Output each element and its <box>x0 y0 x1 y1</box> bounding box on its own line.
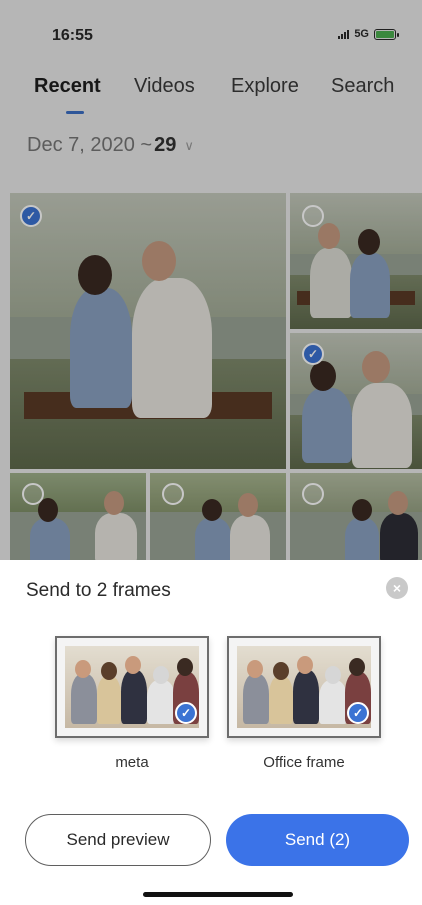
frame-name-meta: meta <box>115 754 149 771</box>
photo-browser: 16:55 5G Recent Videos Explore Search De… <box>0 0 422 560</box>
home-indicator[interactable] <box>143 892 293 897</box>
check-icon: ✓ <box>347 702 369 724</box>
sheet-title: Send to 2 frames <box>26 580 171 601</box>
send-preview-button[interactable]: Send preview <box>25 814 211 866</box>
modal-backdrop[interactable] <box>0 0 422 560</box>
frame-card-meta[interactable]: ✓ <box>55 636 209 738</box>
check-icon: ✓ <box>175 702 197 724</box>
close-icon[interactable]: × <box>386 577 408 599</box>
frame-card-office[interactable]: ✓ <box>227 636 381 738</box>
screen: 16:55 5G Recent Videos Explore Search De… <box>0 0 422 905</box>
send-bottom-sheet: Send to 2 frames × ✓ meta ✓ Office frame… <box>0 560 422 905</box>
send-button[interactable]: Send (2) <box>226 814 409 866</box>
frame-name-office: Office frame <box>263 754 345 771</box>
